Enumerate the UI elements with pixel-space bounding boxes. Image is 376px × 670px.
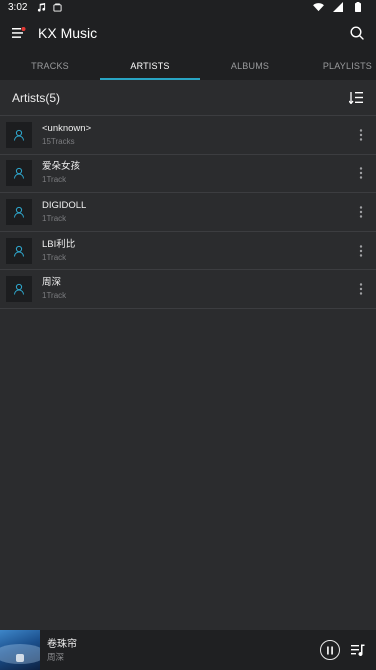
wifi-icon <box>312 1 324 13</box>
artist-avatar <box>6 237 32 264</box>
more-options-button[interactable] <box>354 163 368 183</box>
tab-artists[interactable]: ARTISTS <box>100 52 200 80</box>
menu-icon <box>12 27 26 38</box>
app-title: KX Music <box>38 25 98 41</box>
album-art[interactable] <box>0 630 40 670</box>
list-item[interactable]: DIGIDOLL 1Track <box>0 193 376 232</box>
section-header: Artists(5) <box>0 80 376 116</box>
person-icon <box>14 245 24 257</box>
pause-button[interactable] <box>320 640 340 660</box>
search-button[interactable] <box>348 24 366 42</box>
artist-list: <unknown> 15Tracks 爱朵女孩 1Track DIGIDOLL … <box>0 116 376 309</box>
artist-track-count: 15Tracks <box>42 136 75 146</box>
more-vert-icon <box>359 244 363 257</box>
more-options-button[interactable] <box>354 241 368 261</box>
artist-track-count: 1Track <box>42 291 67 301</box>
artist-track-count: 1Track <box>42 252 67 262</box>
list-item[interactable]: <unknown> 15Tracks <box>0 116 376 155</box>
menu-button[interactable] <box>10 24 28 42</box>
artist-track-count: 1Track <box>42 175 67 185</box>
status-bar: 3:02 <box>0 0 376 14</box>
more-options-button[interactable] <box>354 125 368 145</box>
music-note-icon <box>35 1 47 13</box>
tab-albums[interactable]: ALBUMS <box>200 52 300 80</box>
artist-name: 爱朵女孩 <box>42 161 81 173</box>
more-vert-icon <box>359 206 363 218</box>
artist-name: LBI利比 <box>42 238 76 250</box>
sort-button[interactable] <box>348 90 364 106</box>
artist-avatar <box>6 121 32 148</box>
more-vert-icon <box>359 283 363 295</box>
now-playing-bar[interactable]: 卷珠帘 周深 <box>0 630 376 670</box>
notification-icon <box>51 1 63 13</box>
person-icon <box>14 129 24 141</box>
artist-track-count: 1Track <box>42 213 67 223</box>
list-item[interactable]: LBI利比 1Track <box>0 232 376 271</box>
more-options-button[interactable] <box>354 279 368 299</box>
more-options-button[interactable] <box>354 202 368 222</box>
tab-bar: TRACKS ARTISTS ALBUMS PLAYLISTS <box>0 52 376 80</box>
artist-name: <unknown> <box>42 122 92 134</box>
sort-icon <box>349 92 363 104</box>
battery-icon <box>352 1 364 13</box>
artists-count-label: Artists(5) <box>12 90 60 105</box>
list-item[interactable]: 周深 1Track <box>0 270 376 309</box>
list-item[interactable]: 爱朵女孩 1Track <box>0 155 376 194</box>
cellular-signal-icon <box>332 1 344 13</box>
now-playing-artist: 周深 <box>47 651 65 662</box>
artist-avatar <box>6 198 32 225</box>
person-icon <box>14 206 24 218</box>
more-vert-icon <box>359 167 363 180</box>
artist-avatar <box>6 160 32 187</box>
tab-playlists[interactable]: PLAYLISTS <box>300 52 376 80</box>
pause-icon <box>327 646 333 654</box>
artist-name: 周深 <box>42 277 62 289</box>
person-icon <box>14 168 24 179</box>
now-playing-song: 卷珠帘 <box>47 638 77 650</box>
app-bar: KX Music <box>0 14 376 52</box>
artist-avatar <box>6 276 32 303</box>
queue-icon <box>351 644 365 656</box>
search-icon <box>350 26 364 40</box>
status-time: 3:02 <box>8 1 28 13</box>
person-icon <box>14 284 24 295</box>
tab-tracks[interactable]: TRACKS <box>0 52 100 80</box>
more-vert-icon <box>359 129 363 141</box>
queue-button[interactable] <box>350 642 366 658</box>
artist-name: DIGIDOLL <box>42 199 87 211</box>
